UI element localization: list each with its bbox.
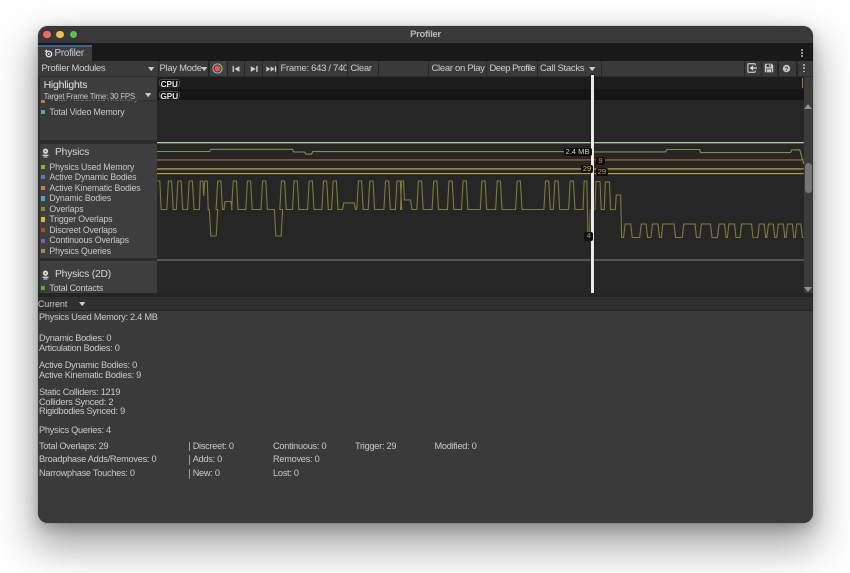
svg-text:?: ? [785, 66, 789, 73]
